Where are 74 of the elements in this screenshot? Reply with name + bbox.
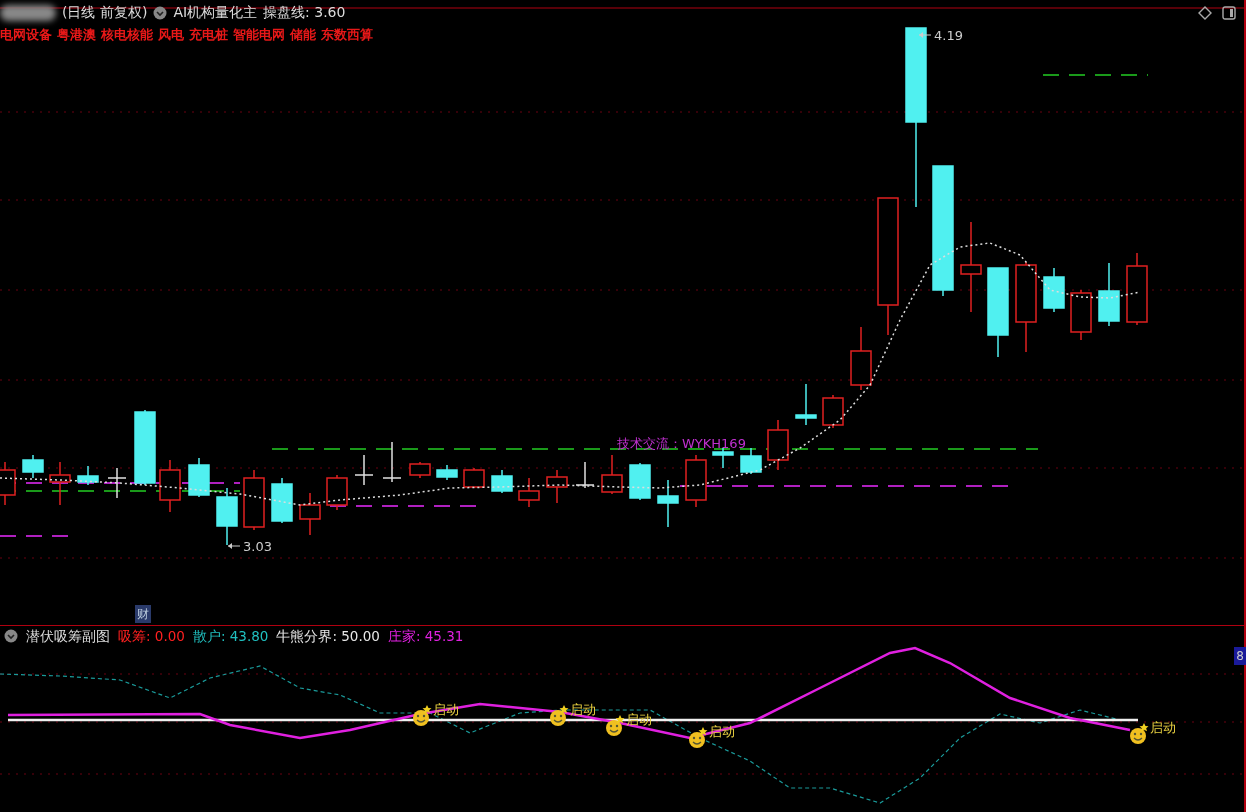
candlestick xyxy=(243,469,265,531)
smiley-icon xyxy=(606,720,622,736)
leader-line xyxy=(918,32,932,38)
candlestick xyxy=(629,462,651,501)
dropdown-icon[interactable] xyxy=(153,5,168,20)
candlestick xyxy=(546,469,568,504)
candlestick xyxy=(1070,289,1092,341)
candlestick xyxy=(271,477,293,524)
candlestick xyxy=(795,383,817,426)
star-icon xyxy=(615,715,625,724)
candlestick xyxy=(216,487,238,546)
candlestick xyxy=(491,469,513,494)
indicator-value: 操盘线: 3.60 xyxy=(263,3,346,22)
indicator-reading: 吸筹: 0.00 xyxy=(118,626,185,646)
signal-label: 启动 xyxy=(1150,720,1176,735)
concept-tag: 电网设备 xyxy=(0,25,52,45)
blurred-label xyxy=(0,4,56,21)
star-icon xyxy=(698,727,708,736)
candlestick xyxy=(822,394,844,429)
candlestick xyxy=(657,479,679,528)
candlestick xyxy=(767,419,789,471)
star-icon xyxy=(559,705,569,714)
signal-label: 启动 xyxy=(570,702,596,717)
smiley-icon xyxy=(550,710,566,726)
candlestick xyxy=(188,457,210,498)
candlestick xyxy=(49,461,71,506)
concept-tag: 智能电网 xyxy=(233,25,285,45)
concept-tag: 充电桩 xyxy=(189,25,228,45)
candlestick xyxy=(850,326,872,391)
candlestick xyxy=(1043,267,1065,313)
smiley-icon xyxy=(1130,728,1146,744)
candlestick xyxy=(685,454,707,508)
indicator-reading: 牛熊分界: 50.00 xyxy=(276,626,380,646)
price-label: 4.19 xyxy=(934,28,963,43)
indicator-reading: 庄家: 45.31 xyxy=(387,626,464,646)
candlestick xyxy=(436,464,458,481)
star-icon xyxy=(422,705,432,714)
candlestick xyxy=(463,467,485,489)
candlestick xyxy=(354,454,374,486)
candlestick xyxy=(518,477,540,508)
panel-toggle-icon[interactable] xyxy=(1222,6,1236,20)
concept-tag: 核电核能 xyxy=(101,25,153,45)
candlestick xyxy=(575,461,595,489)
concept-tag: 东数西算 xyxy=(321,25,373,45)
candlestick xyxy=(326,474,348,511)
candlestick xyxy=(107,467,127,499)
diamond-icon[interactable] xyxy=(1198,6,1212,20)
annotation-text: 技术交流：WYKH169 xyxy=(617,436,746,451)
dropdown-icon[interactable] xyxy=(4,629,18,643)
star-icon xyxy=(1139,723,1149,732)
leader-line xyxy=(227,543,241,549)
concept-tag: 粤港澳 xyxy=(57,25,96,45)
axis-value: 8 xyxy=(1234,647,1246,665)
candlestick xyxy=(382,441,402,483)
finance-tag[interactable]: 财 xyxy=(135,605,151,623)
concept-tag: 风电 xyxy=(158,25,184,45)
candlestick xyxy=(0,461,16,506)
candlestick xyxy=(712,447,734,469)
candlestick xyxy=(22,454,44,479)
indicator-name: AI机构量化主 xyxy=(173,3,258,22)
candlestick xyxy=(601,454,623,495)
smiley-icon xyxy=(413,710,429,726)
candlestick xyxy=(299,492,321,536)
candlestick xyxy=(1098,262,1120,327)
panel-title: 潜伏吸筹副图 xyxy=(26,626,110,646)
indicator-reading: 散户: 43.80 xyxy=(192,626,269,646)
price-label: 3.03 xyxy=(243,539,272,554)
chart-period: (日线 前复权) xyxy=(62,3,148,22)
smiley-icon xyxy=(689,732,705,748)
candlestick xyxy=(409,461,431,479)
candlestick xyxy=(740,447,762,475)
concept-tag: 储能 xyxy=(290,25,316,45)
candlestick xyxy=(77,465,99,486)
candlestick xyxy=(159,459,181,513)
